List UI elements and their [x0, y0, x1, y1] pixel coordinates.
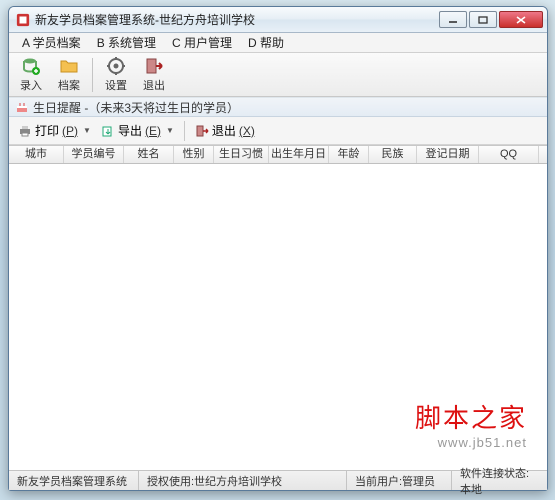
- data-grid[interactable]: 城市学员编号姓名性别生日习惯出生年月日年龄民族登记日期QQ 脚本之家 www.j…: [9, 145, 547, 470]
- watermark: 脚本之家 www.jb51.net: [415, 398, 527, 450]
- grid-header: 城市学员编号姓名性别生日习惯出生年月日年龄民族登记日期QQ: [9, 146, 547, 164]
- panel-close-key: (X): [239, 124, 255, 138]
- toolbar-entry-label: 录入: [20, 77, 42, 93]
- toolbar-exit-label: 退出: [143, 77, 165, 93]
- chevron-down-icon: ▼: [166, 126, 174, 135]
- window-controls: [437, 11, 543, 28]
- column-header[interactable]: 学员编号: [64, 146, 124, 163]
- menu-system-manage[interactable]: B 系统管理: [89, 32, 164, 53]
- column-header[interactable]: 城市: [9, 146, 64, 163]
- watermark-url: www.jb51.net: [415, 435, 527, 450]
- toolbar-archive-label: 档案: [58, 77, 80, 93]
- printer-icon: [18, 124, 32, 138]
- export-label: 导出: [118, 122, 142, 139]
- minimize-button[interactable]: [439, 11, 467, 28]
- chevron-down-icon: ▼: [83, 126, 91, 135]
- status-user: 当前用户:管理员: [347, 471, 452, 490]
- database-add-icon: [21, 56, 41, 76]
- gear-icon: [106, 56, 126, 76]
- cake-icon: [15, 100, 29, 114]
- toolbar-archive-button[interactable]: 档案: [51, 55, 87, 95]
- main-toolbar: 录入 档案 设置 退出: [9, 53, 547, 97]
- menu-user-manage[interactable]: C 用户管理: [164, 32, 240, 53]
- titlebar: 新友学员档案管理系统-世纪方舟培训学校: [9, 7, 547, 33]
- column-header[interactable]: 出生年月日: [269, 146, 329, 163]
- menu-help[interactable]: D 帮助: [240, 32, 292, 53]
- toolbar-entry-button[interactable]: 录入: [13, 55, 49, 95]
- status-app: 新友学员档案管理系统: [9, 471, 139, 490]
- print-button[interactable]: 打印(P) ▼: [13, 120, 96, 141]
- print-key: (P): [62, 124, 78, 138]
- column-header[interactable]: 民族: [369, 146, 417, 163]
- column-header[interactable]: 年龄: [329, 146, 369, 163]
- column-header[interactable]: 姓名: [124, 146, 174, 163]
- door-exit-icon: [195, 124, 209, 138]
- status-connection: 软件连接状态:本地: [452, 471, 547, 490]
- toolbar-separator: [184, 121, 185, 141]
- menubar: A 学员档案 B 系统管理 C 用户管理 D 帮助: [9, 33, 547, 53]
- column-header[interactable]: 生日习惯: [214, 146, 269, 163]
- app-icon: [16, 13, 30, 27]
- column-header[interactable]: QQ: [479, 146, 539, 163]
- watermark-text: 脚本之家: [415, 398, 527, 435]
- panel-title: 生日提醒 -（未来3天将过生日的学员）: [33, 99, 239, 116]
- panel-close-button[interactable]: 退出(X): [190, 120, 260, 141]
- panel-toolbar: 打印(P) ▼ 导出(E) ▼ 退出(X): [9, 117, 547, 145]
- toolbar-exit-button[interactable]: 退出: [136, 55, 172, 95]
- panel-close-label: 退出: [212, 122, 236, 139]
- main-window: 新友学员档案管理系统-世纪方舟培训学校 A 学员档案 B 系统管理 C 用户管理…: [8, 6, 548, 491]
- folder-icon: [59, 56, 79, 76]
- column-header[interactable]: 性别: [174, 146, 214, 163]
- toolbar-settings-button[interactable]: 设置: [98, 55, 134, 95]
- grid-body: 脚本之家 www.jb51.net: [9, 164, 547, 470]
- toolbar-settings-label: 设置: [105, 77, 127, 93]
- export-button[interactable]: 导出(E) ▼: [96, 120, 179, 141]
- column-header[interactable]: 登记日期: [417, 146, 479, 163]
- panel-header: 生日提醒 -（未来3天将过生日的学员）: [9, 97, 547, 117]
- export-key: (E): [145, 124, 161, 138]
- menu-student-archive[interactable]: A 学员档案: [14, 32, 89, 53]
- window-title: 新友学员档案管理系统-世纪方舟培训学校: [35, 11, 437, 28]
- print-label: 打印: [35, 122, 59, 139]
- export-icon: [101, 124, 115, 138]
- statusbar: 新友学员档案管理系统 授权使用:世纪方舟培训学校 当前用户:管理员 软件连接状态…: [9, 470, 547, 490]
- maximize-button[interactable]: [469, 11, 497, 28]
- toolbar-separator: [92, 58, 93, 92]
- status-license: 授权使用:世纪方舟培训学校: [139, 471, 347, 490]
- exit-icon: [144, 56, 164, 76]
- close-button[interactable]: [499, 11, 543, 28]
